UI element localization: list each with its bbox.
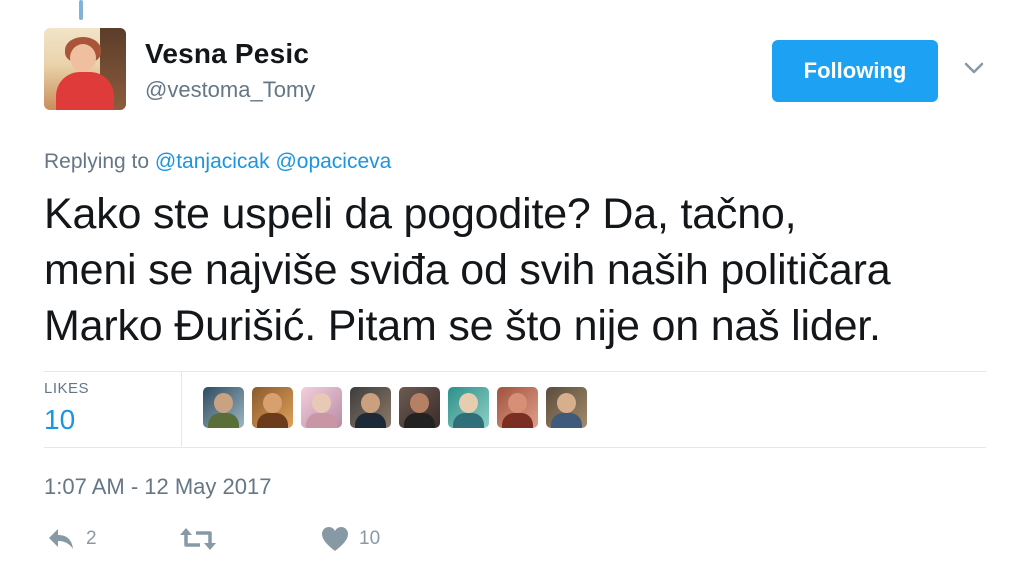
- tweet-text: Kako ste uspeli da pogodite? Da, tačno, …: [44, 186, 994, 354]
- like-count: 10: [359, 528, 381, 549]
- thread-connector-line: [79, 0, 83, 20]
- liker-avatars: [203, 387, 587, 428]
- reply-button[interactable]: 2: [46, 526, 97, 552]
- tweet-text-line: meni se najviše sviđa od svih naših poli…: [44, 246, 891, 294]
- mention-link[interactable]: @opaciceva: [275, 150, 391, 173]
- retweet-icon: [180, 528, 216, 550]
- likes-count: 10: [44, 404, 76, 435]
- liker-avatar[interactable]: [546, 387, 587, 428]
- like-button[interactable]: 10: [321, 526, 380, 552]
- author-handle[interactable]: @vestoma_Tomy: [145, 77, 315, 103]
- tweet-actions: 2 10: [44, 526, 544, 556]
- liker-avatar[interactable]: [203, 387, 244, 428]
- likes-stat[interactable]: LIKES 10: [44, 372, 184, 446]
- following-button[interactable]: Following: [772, 40, 938, 102]
- tweet-header: Vesna Pesic @vestoma_Tomy Following: [44, 28, 994, 112]
- author-name[interactable]: Vesna Pesic: [145, 38, 309, 70]
- tweet-timestamp[interactable]: 1:07 AM - 12 May 2017: [44, 474, 271, 500]
- liker-avatar[interactable]: [301, 387, 342, 428]
- liker-avatar[interactable]: [350, 387, 391, 428]
- mention-link[interactable]: @tanjacicak: [155, 150, 270, 173]
- liker-avatar[interactable]: [448, 387, 489, 428]
- liker-avatar[interactable]: [252, 387, 293, 428]
- reply-icon: [49, 529, 73, 549]
- tweet-text-line: Marko Đurišić. Pitam se što nije on naš …: [44, 302, 881, 350]
- divider: [44, 447, 986, 448]
- reply-context: Replying to @tanjacicak @opaciceva: [44, 150, 391, 174]
- retweet-button[interactable]: [180, 526, 226, 552]
- chevron-down-icon[interactable]: [962, 58, 986, 78]
- avatar[interactable]: [44, 28, 126, 110]
- likes-label: LIKES: [44, 380, 90, 397]
- replying-to-label: Replying to: [44, 150, 150, 173]
- divider: [181, 372, 182, 446]
- divider: [44, 371, 986, 372]
- heart-icon: [322, 527, 348, 551]
- liker-avatar[interactable]: [399, 387, 440, 428]
- tweet-text-line: Kako ste uspeli da pogodite? Da, tačno,: [44, 190, 797, 238]
- reply-count: 2: [86, 528, 97, 549]
- liker-avatar[interactable]: [497, 387, 538, 428]
